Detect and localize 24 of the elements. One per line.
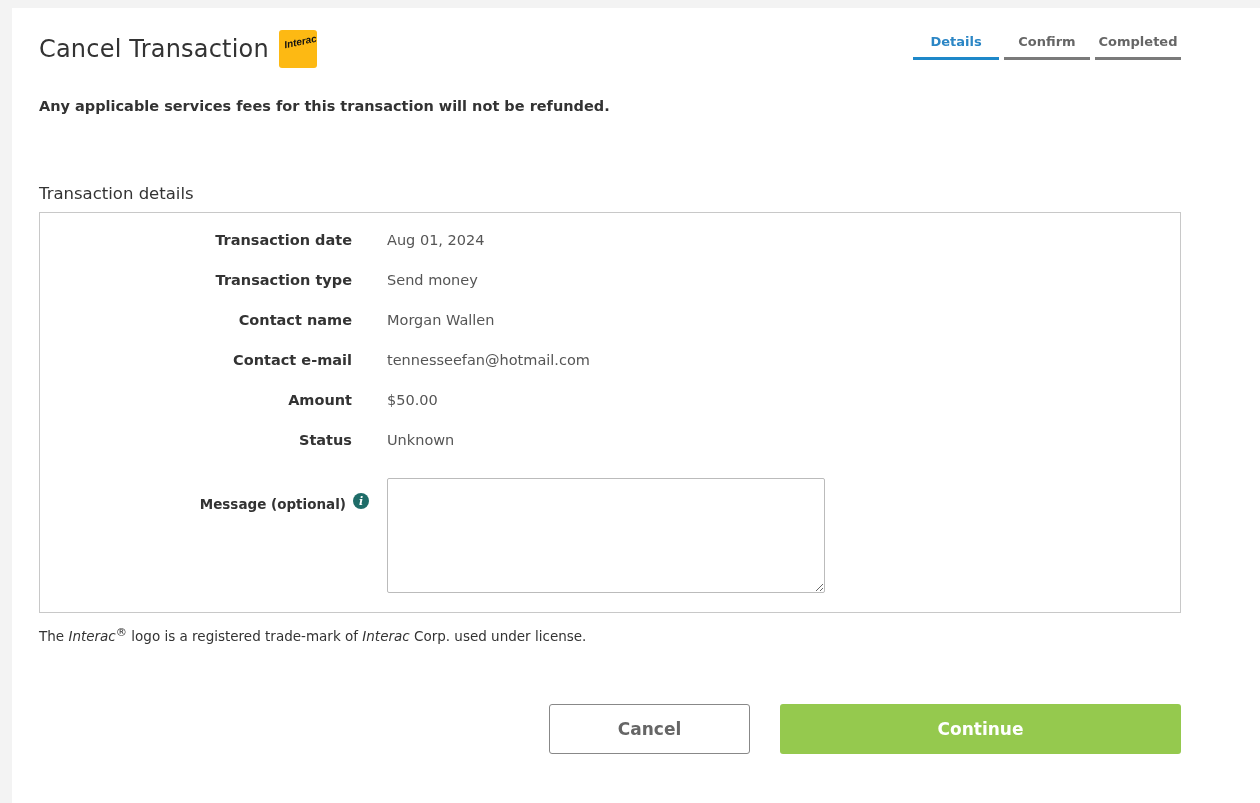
detail-value: Aug 01, 2024 bbox=[387, 232, 486, 248]
progress-step: Confirm bbox=[1004, 34, 1090, 60]
detail-value: Unknown bbox=[387, 432, 456, 448]
detail-label: Transaction date bbox=[214, 232, 352, 248]
detail-label: Amount bbox=[287, 392, 352, 408]
detail-value: $50.00 bbox=[387, 392, 439, 408]
detail-value: Send money bbox=[387, 272, 479, 288]
progress-step: Details bbox=[913, 34, 999, 60]
cancel-button[interactable]: Cancel bbox=[549, 703, 750, 754]
page-title: Cancel Transaction bbox=[39, 35, 269, 63]
detail-label: Contact e-mail bbox=[232, 352, 352, 368]
trademark-note: The Interac$^{®}$ logo is a registered trade-mark of Interac Corp. used under license. bbox=[39, 625, 588, 644]
info-icon[interactable]: i bbox=[353, 493, 369, 509]
message-label: Message (optional) bbox=[199, 496, 346, 512]
detail-label: Transaction type bbox=[214, 272, 352, 288]
section-title: Transaction details bbox=[39, 184, 195, 203]
detail-label: Contact name bbox=[237, 312, 352, 328]
notice-text: Any applicable services fees for this transaction will not be refunded. bbox=[39, 98, 611, 114]
message-field[interactable] bbox=[387, 478, 825, 593]
progress-step: Completed bbox=[1095, 34, 1181, 60]
interac-logo: Interac bbox=[278, 30, 317, 68]
detail-value: tennesseefan@hotmail.com bbox=[387, 352, 591, 368]
detail-value: Morgan Wallen bbox=[387, 312, 496, 328]
detail-label: Status bbox=[297, 432, 352, 448]
